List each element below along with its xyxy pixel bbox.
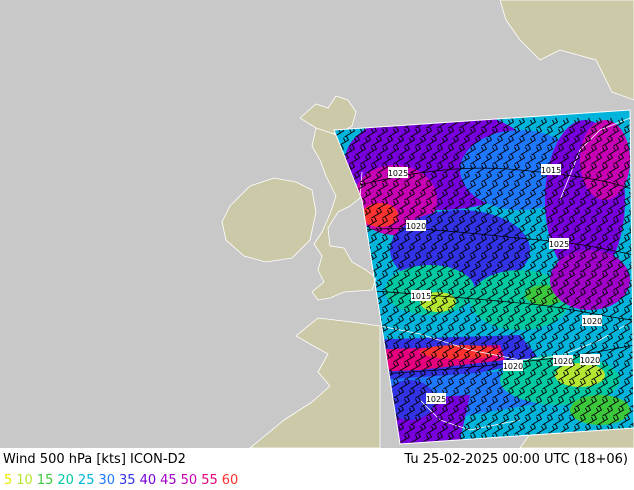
legend-item: 20 bbox=[57, 473, 74, 488]
pressure-label: 1025 bbox=[388, 169, 408, 178]
legend-item: 35 bbox=[119, 473, 136, 488]
map-datetime: Tu 25-02-2025 00:00 UTC (18+06) bbox=[404, 452, 628, 467]
legend-item: 40 bbox=[139, 473, 157, 488]
legend-item: 50 bbox=[180, 473, 198, 488]
pressure-label: 1025 bbox=[426, 395, 446, 404]
legend-item: 60 bbox=[221, 473, 239, 488]
footer: Wind 500 hPa [kts] ICON-D2 Tu 25-02-2025… bbox=[0, 448, 634, 490]
pressure-label: 1020 bbox=[582, 317, 602, 326]
weather-map: 1025 1015 1020 1025 1015 1020 1020 1020 … bbox=[0, 0, 634, 448]
wind-speed-legend: 5 10 15 20 25 30 35 40 45 50 55 60 bbox=[4, 473, 242, 488]
pressure-label: 1020 bbox=[406, 222, 426, 231]
pressure-label: 1025 bbox=[549, 240, 569, 249]
legend-item: 55 bbox=[201, 473, 218, 488]
pressure-label: 1015 bbox=[411, 292, 431, 301]
legend-item: 25 bbox=[77, 473, 95, 488]
legend-item: 15 bbox=[36, 473, 54, 488]
legend-item: 45 bbox=[160, 473, 177, 488]
pressure-label: 1020 bbox=[503, 362, 523, 371]
legend-item: 5 bbox=[4, 473, 13, 488]
pressure-label: 1020 bbox=[553, 357, 573, 366]
pressure-label: 1015 bbox=[541, 166, 561, 175]
legend-item: 10 bbox=[16, 473, 33, 488]
pressure-label: 1020 bbox=[580, 356, 600, 365]
map-title: Wind 500 hPa [kts] ICON-D2 bbox=[3, 452, 186, 467]
legend-item: 30 bbox=[98, 473, 116, 488]
